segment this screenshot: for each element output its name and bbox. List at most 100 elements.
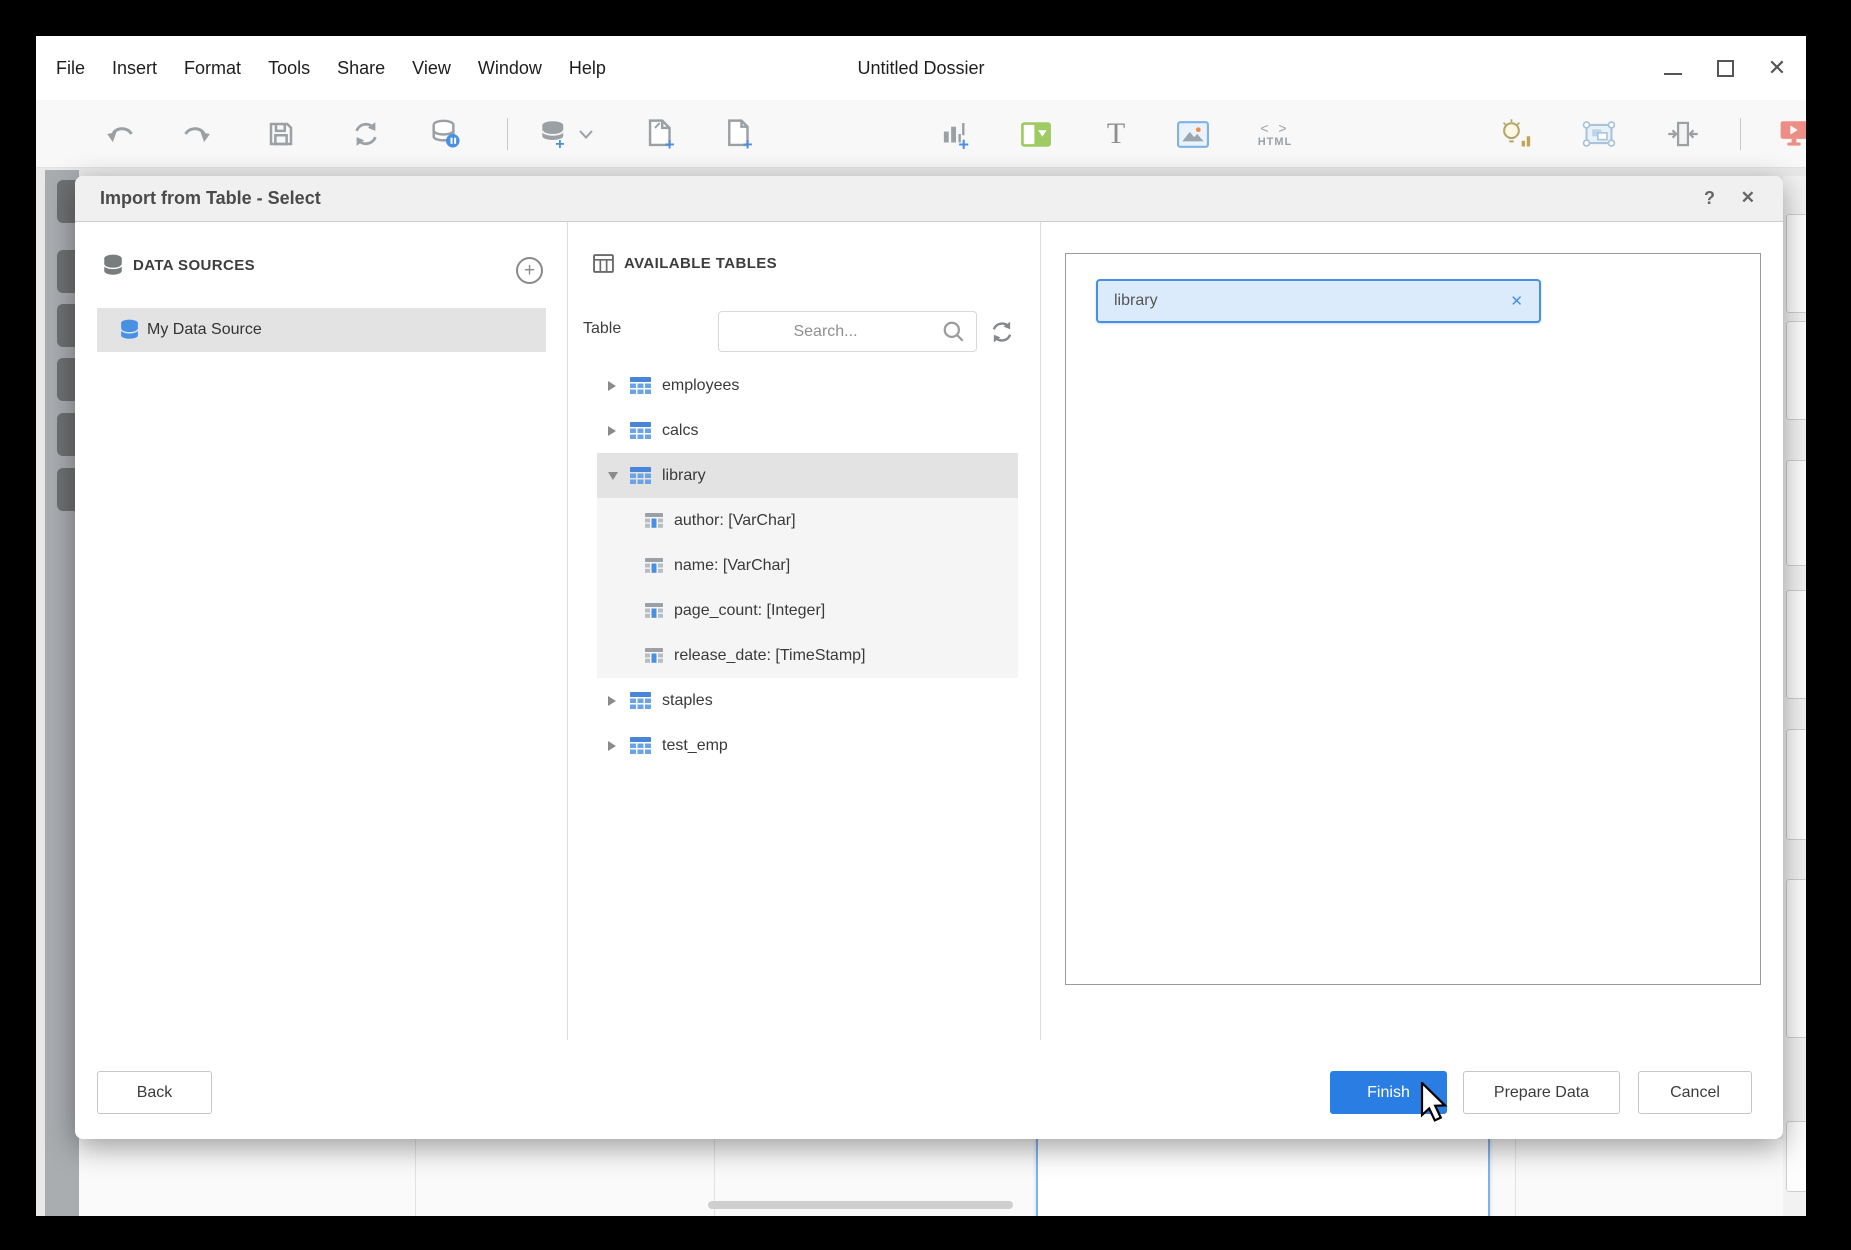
add-chapter-button[interactable]: + [717,112,761,156]
data-source-item-my-data-source[interactable]: My Data Source [97,308,546,352]
group-selection-button[interactable] [1577,112,1621,156]
add-document-icon: + [722,117,756,151]
presentation-icon [1779,120,1806,148]
table-icon [630,377,651,395]
add-data-button[interactable]: + [532,112,576,156]
add-data-icon: + [538,118,570,150]
redo-icon [181,121,211,147]
collapse-arrow-icon[interactable] [608,472,630,480]
selected-table-chip-library[interactable]: library ✕ [1096,279,1541,323]
tree-column-name[interactable]: name: [VarChar] [597,543,1018,588]
add-filter-button[interactable] [1014,112,1058,156]
toolbar: + + + + T < > HTML [36,100,1806,168]
undo-button[interactable] [99,112,143,156]
toolbar-separator [1740,118,1741,150]
tree-row-label: release_date: [TimeStamp] [674,647,866,665]
add-visualization-button[interactable]: + [934,112,978,156]
table-search [718,311,977,352]
image-icon [1177,121,1209,148]
toolbar-separator [507,118,508,150]
background-left-panel-strip [45,170,79,1216]
help-button[interactable]: ? [1704,188,1715,209]
import-from-table-dialog: Import from Table - Select ? ✕ DATA SOUR… [75,176,1783,1139]
fit-width-icon [1667,119,1699,149]
redo-button[interactable] [174,112,218,156]
add-text-button[interactable]: T [1094,112,1138,156]
tree-column-release-date[interactable]: release_date: [TimeStamp] [597,633,1018,678]
lightbulb-icon [1499,117,1533,151]
database-status-icon [430,118,462,150]
tree-row-test-emp[interactable]: test_emp [597,723,1018,768]
search-icon[interactable] [942,320,966,344]
back-button[interactable]: Back [97,1071,212,1114]
menu-bar: File Insert Format Tools Share View Wind… [36,36,1806,100]
panel-divider [1040,222,1041,1040]
tree-column-author[interactable]: author: [VarChar] [597,498,1018,543]
refresh-tables-button[interactable] [989,319,1015,345]
tree-row-label: name: [VarChar] [674,557,790,575]
refresh-button[interactable] [344,112,388,156]
add-data-source-button[interactable]: + [516,257,543,284]
add-image-button[interactable] [1171,112,1215,156]
dialog-close-button[interactable]: ✕ [1741,188,1755,208]
column-icon [645,513,663,528]
table-search-input[interactable] [719,312,976,351]
database-icon-blue [120,319,139,341]
tree-row-calcs[interactable]: calcs [597,408,1018,453]
panel-divider [567,222,568,1040]
datasource-info-button[interactable] [424,112,468,156]
tree-column-page-count[interactable]: page_count: [Integer] [597,588,1018,633]
tree-row-library-selected[interactable]: library [597,453,1018,498]
add-html-button[interactable]: < > HTML [1247,112,1303,156]
tree-row-staples[interactable]: staples [597,678,1018,723]
insights-button[interactable] [1494,112,1538,156]
data-sources-header: DATA SOURCES [103,254,255,277]
expand-arrow-icon[interactable] [608,426,630,436]
table-icon [630,737,651,755]
expand-arrow-icon[interactable] [608,696,630,706]
expand-arrow-icon[interactable] [608,381,630,391]
fit-to-window-button[interactable] [1661,112,1705,156]
data-source-label: My Data Source [147,321,262,339]
chip-remove-icon[interactable]: ✕ [1510,292,1523,310]
save-button[interactable] [259,112,303,156]
table-icon [630,467,651,485]
selection-group-icon [1582,119,1616,149]
expand-arrow-icon[interactable] [608,741,630,751]
table-icon [593,254,614,273]
minimize-icon [1664,73,1682,75]
maximize-button[interactable] [1710,53,1740,83]
svg-text:+: + [958,134,969,151]
present-button[interactable] [1772,112,1806,156]
tree-row-label: employees [662,377,739,395]
tree-row-label: page_count: [Integer] [674,602,825,620]
horizontal-scrollbar[interactable] [708,1201,1013,1209]
expanded-table-section: library author: [VarChar] name: [VarChar… [597,453,1018,678]
svg-text:+: + [743,135,753,151]
column-icon [645,648,663,663]
column-icon [645,603,663,618]
table-icon [630,422,651,440]
selected-tables-canvas: library ✕ [1065,253,1761,985]
close-window-button[interactable]: ✕ [1762,53,1792,83]
dialog-header: Import from Table - Select ? ✕ [75,176,1783,222]
chip-label: library [1114,292,1158,310]
svg-text:+: + [555,136,564,150]
tree-row-employees[interactable]: employees [597,363,1018,408]
tree-row-label: author: [VarChar] [674,512,796,530]
minimize-button[interactable] [1658,53,1688,83]
maximize-icon [1717,60,1734,77]
tree-row-label: calcs [662,422,698,440]
add-data-dropdown[interactable] [572,112,600,156]
svg-text:+: + [665,135,675,151]
filter-icon [1020,121,1052,148]
text-tool-icon: T [1107,117,1125,151]
add-page-icon: + [644,117,678,151]
tree-row-label: library [662,467,706,485]
cancel-button[interactable]: Cancel [1638,1071,1752,1114]
add-dossier-page-button[interactable]: + [639,112,683,156]
available-tables-header: AVAILABLE TABLES [593,254,777,273]
tables-tree: employees calcs library author: [VarChar… [597,363,1018,768]
app-window: File Insert Format Tools Share View Wind… [36,36,1806,1216]
prepare-data-button[interactable]: Prepare Data [1463,1071,1620,1114]
